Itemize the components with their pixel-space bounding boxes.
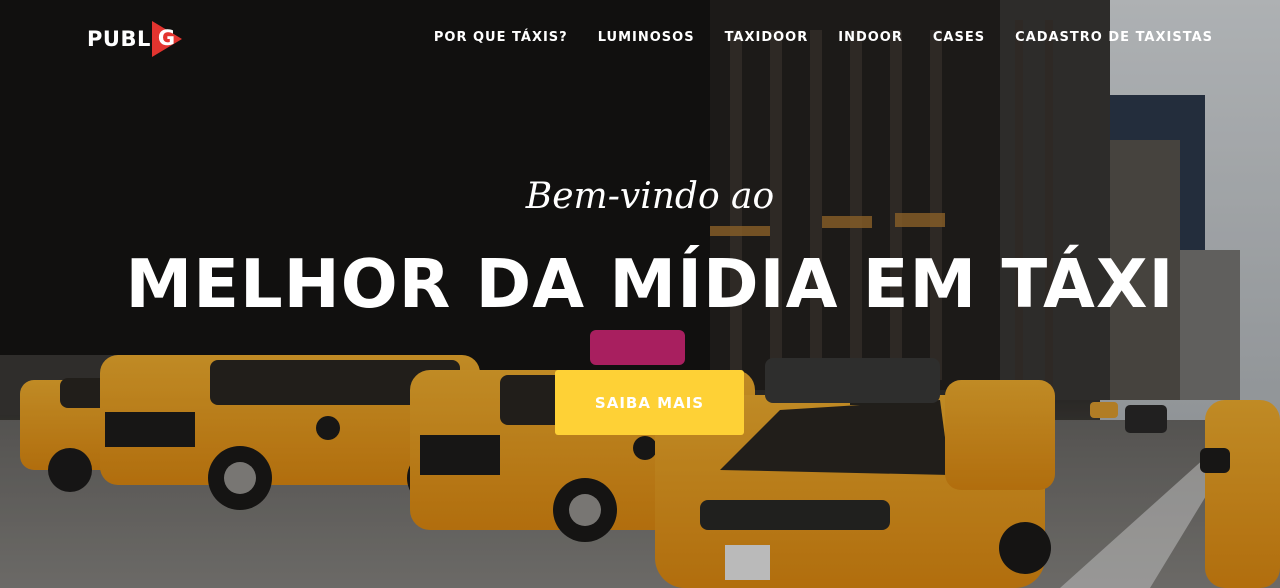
hero-subheading: Bem-vindo ao xyxy=(525,176,775,217)
logo-triangle-icon: G xyxy=(151,17,186,61)
nav-item-taxidoor[interactable]: TAXIDOOR xyxy=(725,30,809,45)
nav-item-cadastro-de-taxistas[interactable]: CADASTRO DE TAXISTAS xyxy=(1015,30,1213,45)
logo-letter: G xyxy=(157,26,176,50)
nav-item-luminosos[interactable]: LUMINOSOS xyxy=(598,30,695,45)
saiba-mais-button[interactable]: SAIBA MAIS xyxy=(555,370,744,435)
nav-item-cases[interactable]: CASES xyxy=(933,30,985,45)
nav-item-por-que-taxis[interactable]: POR QUE TÁXIS? xyxy=(434,30,568,45)
nav-menu: POR QUE TÁXIS? LUMINOSOS TAXIDOOR INDOOR… xyxy=(434,30,1213,45)
hero-heading: MELHOR DA MÍDIA EM TÁXI xyxy=(125,245,1175,323)
nav-item-indoor[interactable]: INDOOR xyxy=(838,30,903,45)
logo-text: PUBL xyxy=(87,27,151,51)
main-navbar: PUBL G POR QUE TÁXIS? LUMINOSOS TAXIDOOR… xyxy=(0,0,1280,78)
brand-logo[interactable]: PUBL G xyxy=(87,17,186,61)
